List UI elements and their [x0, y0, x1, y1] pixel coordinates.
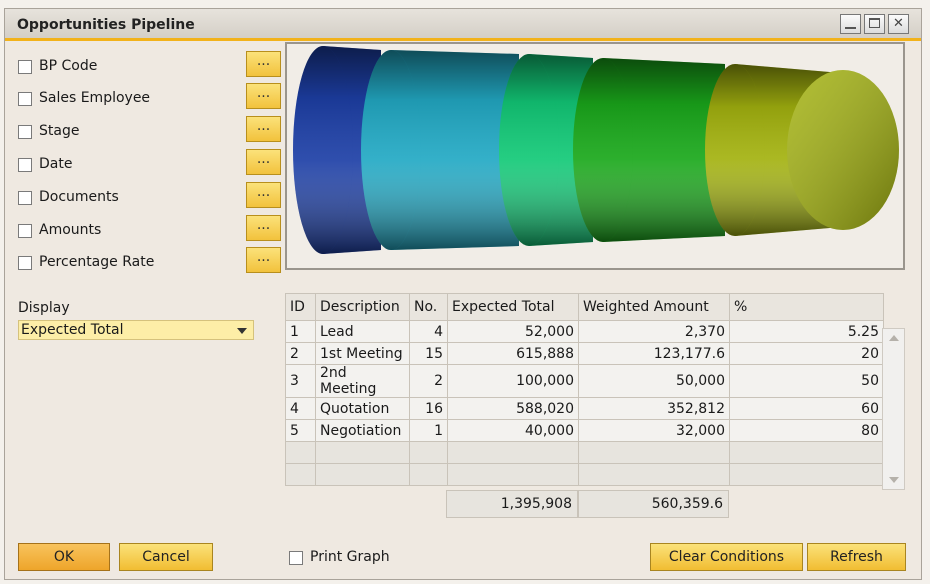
minimize-icon	[845, 27, 856, 29]
empty-table-row[interactable]	[285, 463, 884, 486]
percentage-rate-checkbox[interactable]	[18, 256, 32, 270]
cell-percent: 5.25	[729, 320, 884, 343]
col-header-id[interactable]: ID	[285, 293, 316, 321]
date-label: Date	[39, 156, 73, 172]
cell-no: 15	[409, 342, 448, 365]
pipeline-segments	[293, 46, 899, 254]
bp-code-choose-button[interactable]: ...	[246, 51, 281, 77]
cell-no: 1	[409, 419, 448, 442]
bp-code-label: BP Code	[39, 58, 98, 74]
expected-total-sum: 1,395,908	[446, 490, 578, 518]
minimize-button[interactable]	[840, 14, 861, 34]
table-row[interactable]: 2 1st Meeting 15 615,888 123,177.6 20	[285, 342, 884, 365]
scroll-up-icon[interactable]	[889, 335, 899, 341]
cell-description: 1st Meeting	[315, 342, 410, 365]
cell-no: 4	[409, 320, 448, 343]
cell-description: Lead	[315, 320, 410, 343]
col-header-no[interactable]: No.	[409, 293, 448, 321]
close-button[interactable]: ✕	[888, 14, 909, 34]
date-choose-button[interactable]: ...	[246, 149, 281, 175]
clear-conditions-button[interactable]: Clear Conditions	[650, 543, 803, 571]
cell-expected-total: 588,020	[447, 397, 579, 420]
cell-no: 2	[409, 364, 448, 398]
print-graph-checkbox[interactable]	[289, 551, 303, 565]
table-scrollbar[interactable]	[882, 328, 905, 490]
sales-employee-choose-button[interactable]: ...	[246, 83, 281, 109]
cell-description: Quotation	[315, 397, 410, 420]
documents-label: Documents	[39, 189, 119, 205]
cell-expected-total: 52,000	[447, 320, 579, 343]
documents-checkbox[interactable]	[18, 191, 32, 205]
pipeline-cylinder-graph	[293, 46, 899, 254]
cell-id: 1	[285, 320, 316, 343]
close-icon: ✕	[893, 16, 904, 31]
display-value: Expected Total	[21, 322, 124, 338]
cell-percent: 20	[729, 342, 884, 365]
display-dropdown[interactable]: Expected Total	[18, 320, 254, 340]
col-header-percent[interactable]: %	[729, 293, 884, 321]
cell-weighted-amount: 2,370	[578, 320, 730, 343]
cell-percent: 80	[729, 419, 884, 442]
maximize-button[interactable]	[864, 14, 885, 34]
cell-description: 2nd Meeting	[315, 364, 410, 398]
cell-no: 16	[409, 397, 448, 420]
cell-expected-total: 615,888	[447, 342, 579, 365]
pipeline-graph	[285, 42, 905, 270]
ok-button[interactable]: OK	[18, 543, 110, 571]
cell-expected-total: 100,000	[447, 364, 579, 398]
maximize-icon	[869, 18, 880, 28]
cell-weighted-amount: 352,812	[578, 397, 730, 420]
cell-weighted-amount: 123,177.6	[578, 342, 730, 365]
sales-employee-label: Sales Employee	[39, 90, 151, 106]
scroll-down-icon[interactable]	[889, 477, 899, 483]
cell-percent: 60	[729, 397, 884, 420]
refresh-button[interactable]: Refresh	[807, 543, 906, 571]
percentage-rate-label: Percentage Rate	[39, 254, 155, 270]
cell-weighted-amount: 50,000	[578, 364, 730, 398]
cell-id: 4	[285, 397, 316, 420]
print-graph-label: Print Graph	[310, 549, 390, 565]
col-header-expected-total[interactable]: Expected Total	[447, 293, 579, 321]
empty-table-row[interactable]	[285, 441, 884, 464]
chevron-down-icon	[237, 328, 247, 334]
stage-choose-button[interactable]: ...	[246, 116, 281, 142]
cell-expected-total: 40,000	[447, 419, 579, 442]
cancel-button[interactable]: Cancel	[119, 543, 213, 571]
display-label: Display	[18, 300, 70, 316]
window-title: Opportunities Pipeline	[17, 17, 195, 33]
col-header-weighted-amount[interactable]: Weighted Amount	[578, 293, 730, 321]
table-row[interactable]: 5 Negotiation 1 40,000 32,000 80	[285, 419, 884, 442]
date-checkbox[interactable]	[18, 158, 32, 172]
table-row[interactable]: 1 Lead 4 52,000 2,370 5.25	[285, 320, 884, 343]
cell-id: 2	[285, 342, 316, 365]
table-row[interactable]: 3 2nd Meeting 2 100,000 50,000 50	[285, 364, 884, 398]
table-header-row: ID Description No. Expected Total Weight…	[285, 293, 884, 321]
amounts-label: Amounts	[39, 222, 102, 238]
percentage-rate-choose-button[interactable]: ...	[246, 247, 281, 273]
weighted-amount-sum: 560,359.6	[578, 490, 729, 518]
cell-weighted-amount: 32,000	[578, 419, 730, 442]
cell-id: 5	[285, 419, 316, 442]
stage-checkbox[interactable]	[18, 125, 32, 139]
cell-id: 3	[285, 364, 316, 398]
sales-employee-checkbox[interactable]	[18, 92, 32, 106]
pipeline-table: ID Description No. Expected Total Weight…	[285, 293, 884, 486]
documents-choose-button[interactable]: ...	[246, 182, 281, 208]
col-header-description[interactable]: Description	[315, 293, 410, 321]
cell-description: Negotiation	[315, 419, 410, 442]
bp-code-checkbox[interactable]	[18, 60, 32, 74]
table-row[interactable]: 4 Quotation 16 588,020 352,812 60	[285, 397, 884, 420]
stage-label: Stage	[39, 123, 80, 139]
amounts-checkbox[interactable]	[18, 224, 32, 238]
cell-percent: 50	[729, 364, 884, 398]
amounts-choose-button[interactable]: ...	[246, 215, 281, 241]
title-bar: Opportunities Pipeline ✕	[5, 9, 921, 41]
